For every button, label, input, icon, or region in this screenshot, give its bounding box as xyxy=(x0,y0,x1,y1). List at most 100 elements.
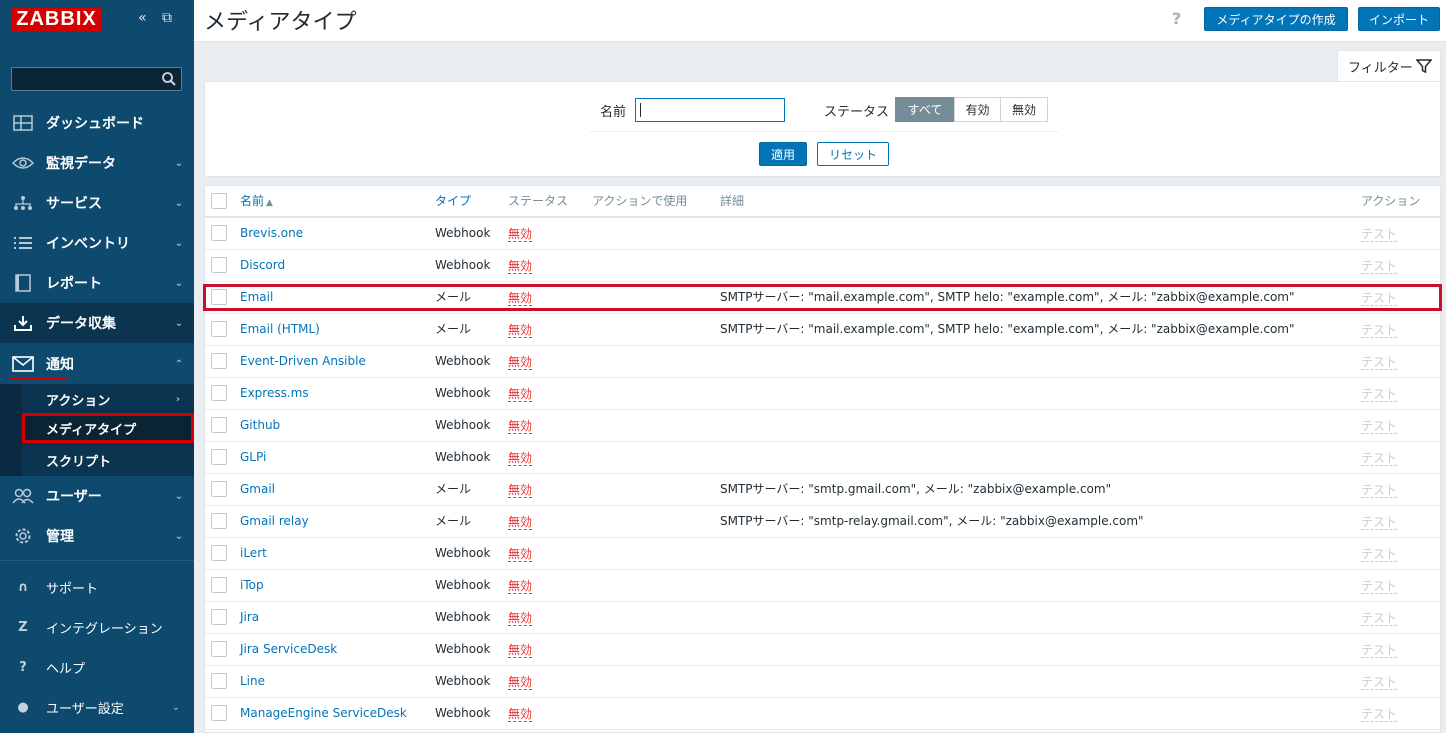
status-option-all[interactable]: すべて xyxy=(895,97,955,122)
sidebar-item-help[interactable]: ? ヘルプ xyxy=(0,647,194,687)
status-toggle-link[interactable]: 無効 xyxy=(508,514,533,530)
test-link[interactable]: テスト xyxy=(1361,674,1398,690)
test-link[interactable]: テスト xyxy=(1361,322,1398,338)
test-link[interactable]: テスト xyxy=(1361,258,1398,274)
row-checkbox[interactable] xyxy=(211,673,227,689)
test-link[interactable]: テスト xyxy=(1361,578,1398,594)
row-checkbox[interactable] xyxy=(211,609,227,625)
row-checkbox[interactable] xyxy=(211,513,227,529)
media-type-name-link[interactable]: Jira xyxy=(240,602,259,633)
filter-tab[interactable]: フィルター xyxy=(1337,50,1441,82)
import-button[interactable]: インポート xyxy=(1358,7,1440,31)
test-link[interactable]: テスト xyxy=(1361,418,1398,434)
sidebar-item-monitoring[interactable]: 監視データ ⌄ xyxy=(0,143,194,183)
test-link[interactable]: テスト xyxy=(1361,226,1398,242)
test-link[interactable]: テスト xyxy=(1361,482,1398,498)
sidebar-item-reports[interactable]: レポート ⌄ xyxy=(0,263,194,303)
row-checkbox[interactable] xyxy=(211,225,227,241)
reset-button[interactable]: リセット xyxy=(817,142,889,166)
help-icon[interactable]: ? xyxy=(1172,9,1181,28)
status-toggle-link[interactable]: 無効 xyxy=(508,450,533,466)
submenu-item-actions[interactable]: アクション › xyxy=(22,384,194,414)
media-type-name-link[interactable]: Event-Driven Ansible xyxy=(240,346,366,377)
status-toggle-link[interactable]: 無効 xyxy=(508,418,533,434)
row-checkbox[interactable] xyxy=(211,417,227,433)
media-type-name-link[interactable]: iLert xyxy=(240,538,267,569)
test-link[interactable]: テスト xyxy=(1361,546,1398,562)
media-type-type: Webhook xyxy=(435,706,491,720)
row-checkbox[interactable] xyxy=(211,385,227,401)
test-link[interactable]: テスト xyxy=(1361,706,1398,722)
search-icon[interactable] xyxy=(161,71,177,87)
sidebar-item-data-collection[interactable]: データ収集 ⌄ xyxy=(0,303,194,343)
sidebar-item-inventory[interactable]: インベントリ ⌄ xyxy=(0,223,194,263)
status-option-disabled[interactable]: 無効 xyxy=(1000,97,1048,122)
media-type-name-link[interactable]: Gmail xyxy=(240,474,275,505)
test-link[interactable]: テスト xyxy=(1361,354,1398,370)
media-type-name-link[interactable]: Email xyxy=(240,282,273,313)
submenu-item-scripts[interactable]: スクリプト xyxy=(22,445,194,475)
test-link[interactable]: テスト xyxy=(1361,642,1398,658)
status-toggle-link[interactable]: 無効 xyxy=(508,258,533,274)
row-checkbox[interactable] xyxy=(211,353,227,369)
row-checkbox[interactable] xyxy=(211,705,227,721)
test-link[interactable]: テスト xyxy=(1361,514,1398,530)
sidebar-item-users[interactable]: ユーザー ⌄ xyxy=(0,476,194,516)
column-name[interactable]: 名前 ▲ xyxy=(240,186,273,217)
media-type-name-link[interactable]: ManageEngine ServiceDesk xyxy=(240,698,407,729)
media-type-name-link[interactable]: Brevis.one xyxy=(240,218,303,249)
test-link[interactable]: テスト xyxy=(1361,610,1398,626)
sidebar-item-support[interactable]: ∩ サポート xyxy=(0,567,194,607)
status-option-enabled[interactable]: 有効 xyxy=(954,97,1001,122)
row-checkbox[interactable] xyxy=(211,321,227,337)
status-toggle-link[interactable]: 無効 xyxy=(508,706,533,722)
apply-button[interactable]: 適用 xyxy=(759,142,807,166)
media-type-type: Webhook xyxy=(435,610,491,624)
zabbix-logo[interactable]: ZABBIX xyxy=(11,7,102,31)
column-type[interactable]: タイプ xyxy=(435,186,471,217)
status-toggle-link[interactable]: 無効 xyxy=(508,610,533,626)
status-toggle-link[interactable]: 無効 xyxy=(508,290,533,306)
status-toggle-link[interactable]: 無効 xyxy=(508,578,533,594)
status-toggle-link[interactable]: 無効 xyxy=(508,674,533,690)
row-checkbox[interactable] xyxy=(211,449,227,465)
media-type-name-link[interactable]: Line xyxy=(240,666,265,697)
status-toggle-link[interactable]: 無効 xyxy=(508,386,533,402)
sidebar-item-dashboard[interactable]: ダッシュボード xyxy=(0,103,194,143)
filter-name-input[interactable] xyxy=(635,98,785,122)
row-checkbox[interactable] xyxy=(211,481,227,497)
collapse-sidebar-icon[interactable]: « xyxy=(138,10,147,26)
media-type-name-link[interactable]: GLPi xyxy=(240,442,266,473)
status-toggle-link[interactable]: 無効 xyxy=(508,226,533,242)
media-type-name-link[interactable]: Github xyxy=(240,410,280,441)
media-type-name-link[interactable]: Jira ServiceDesk xyxy=(240,634,337,665)
status-toggle-link[interactable]: 無効 xyxy=(508,546,533,562)
status-toggle-link[interactable]: 無効 xyxy=(508,354,533,370)
sidebar-item-services[interactable]: サービス ⌄ xyxy=(0,183,194,223)
media-type-name-link[interactable]: Email (HTML) xyxy=(240,314,320,345)
row-checkbox[interactable] xyxy=(211,289,227,305)
create-media-type-button[interactable]: メディアタイプの作成 xyxy=(1204,7,1348,31)
test-link[interactable]: テスト xyxy=(1361,386,1398,402)
status-toggle-link[interactable]: 無効 xyxy=(508,642,533,658)
status-toggle-link[interactable]: 無効 xyxy=(508,482,533,498)
row-checkbox[interactable] xyxy=(211,641,227,657)
media-type-name-link[interactable]: Express.ms xyxy=(240,378,309,409)
status-toggle-link[interactable]: 無効 xyxy=(508,322,533,338)
list-icon xyxy=(14,237,32,249)
select-all-checkbox[interactable] xyxy=(211,193,227,209)
row-checkbox[interactable] xyxy=(211,545,227,561)
media-type-name-link[interactable]: iTop xyxy=(240,570,264,601)
test-link[interactable]: テスト xyxy=(1361,290,1398,306)
row-checkbox[interactable] xyxy=(211,257,227,273)
media-type-name-link[interactable]: Gmail relay xyxy=(240,506,309,537)
sidebar-item-integrations[interactable]: Z インテグレーション xyxy=(0,607,194,647)
sidebar-item-administration[interactable]: 管理 ⌄ xyxy=(0,516,194,556)
sidebar-item-user-settings[interactable]: ● ユーザー設定 ⌄ xyxy=(0,687,194,727)
row-checkbox[interactable] xyxy=(211,577,227,593)
submenu-item-media-types[interactable]: メディアタイプ xyxy=(22,413,194,443)
test-link[interactable]: テスト xyxy=(1361,450,1398,466)
sidebar-search-input[interactable] xyxy=(11,67,182,91)
media-type-name-link[interactable]: Discord xyxy=(240,250,285,281)
kiosk-mode-icon[interactable]: ⧉ xyxy=(162,10,172,26)
